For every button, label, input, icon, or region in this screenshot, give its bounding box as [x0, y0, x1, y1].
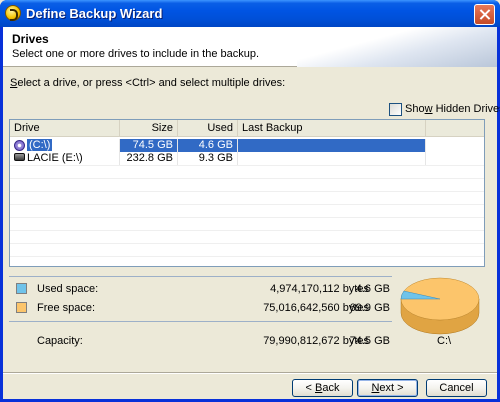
- hard-drive-icon: [14, 153, 25, 162]
- row-gridline: [10, 217, 484, 218]
- drive-list-header: Drive Size Used Last Backup: [10, 120, 484, 137]
- row-gridline: [10, 243, 484, 244]
- wizard-window: Define Backup Wizard Drives Select one o…: [0, 0, 500, 402]
- free-space-label: Free space:: [37, 302, 96, 314]
- cancel-button[interactable]: Cancel: [426, 379, 487, 397]
- free-space-swatch: [16, 302, 27, 313]
- window-title: Define Backup Wizard: [26, 6, 163, 21]
- row-gridline: [10, 165, 484, 166]
- used-cell: 4.6 GB: [178, 139, 238, 152]
- row-gridline: [10, 191, 484, 192]
- size-cell: 232.8 GB: [120, 152, 178, 165]
- drive-list[interactable]: Drive Size Used Last Backup (C:\) 74.5 G…: [9, 119, 485, 267]
- cd-drive-icon: [14, 139, 25, 151]
- column-header-drive[interactable]: Drive: [10, 120, 120, 136]
- back-label-part1: <: [305, 382, 315, 394]
- column-header-last-backup[interactable]: Last Backup: [238, 120, 426, 136]
- instruction-rest: elect a drive, or press <Ctrl> and selec…: [17, 77, 286, 89]
- show-hidden-label-part2: Hidden Drives: [432, 103, 500, 115]
- footer-separator: [3, 372, 497, 374]
- next-label-part2: ext >: [379, 382, 404, 394]
- size-cell: 74.5 GB: [120, 139, 178, 152]
- app-icon: [5, 5, 21, 21]
- back-button[interactable]: < Back: [292, 379, 353, 397]
- last-backup-cell: [238, 139, 426, 152]
- show-hidden-mnemonic: w: [424, 103, 433, 115]
- row-gridline: [10, 178, 484, 179]
- row-gridline: [10, 256, 484, 257]
- column-header-used[interactable]: Used: [178, 120, 238, 136]
- wizard-header: Drives Select one or more drives to incl…: [3, 27, 497, 67]
- wizard-body: Drives Select one or more drives to incl…: [3, 27, 500, 399]
- drive-cell: LACIE (E:\): [10, 152, 120, 165]
- drive-row-c[interactable]: (C:\) 74.5 GB 4.6 GB: [10, 139, 484, 152]
- capacity-size: 74.5 GB: [349, 335, 390, 347]
- show-hidden-drives-label[interactable]: Show Hidden Drives: [405, 103, 500, 115]
- back-label-part2: ack: [322, 382, 340, 394]
- header-banner-art: [297, 27, 497, 67]
- show-hidden-drives-checkbox[interactable]: [389, 103, 402, 116]
- title-bar[interactable]: Define Backup Wizard: [0, 0, 500, 27]
- show-hidden-label-part1: Sho: [405, 103, 425, 115]
- drive-cell: (C:\): [10, 139, 120, 152]
- page-subtitle: Select one or more drives to include in …: [12, 48, 260, 60]
- free-space-size: 69.9 GB: [349, 302, 390, 314]
- drive-name: LACIE (E:\): [27, 152, 83, 164]
- pie-drive-label: C:\: [437, 335, 452, 347]
- usage-separator-bottom: [9, 321, 392, 322]
- instruction-text: Select a drive, or press <Ctrl> and sele…: [10, 77, 285, 89]
- column-header-size[interactable]: Size: [120, 120, 178, 136]
- usage-separator-top: [9, 276, 392, 277]
- capacity-label: Capacity:: [37, 335, 83, 347]
- last-backup-cell: [238, 152, 426, 165]
- disk-usage-pie-chart: [400, 277, 480, 335]
- used-space-size: 4.6 GB: [355, 283, 390, 295]
- page-title: Drives: [12, 32, 49, 46]
- drive-name: (C:\): [27, 139, 53, 151]
- row-gridline: [10, 204, 484, 205]
- close-button[interactable]: [474, 4, 495, 25]
- drive-row-e[interactable]: LACIE (E:\) 232.8 GB 9.3 GB: [10, 152, 484, 165]
- next-button[interactable]: Next >: [357, 379, 418, 397]
- used-space-label: Used space:: [37, 283, 99, 295]
- used-cell: 9.3 GB: [178, 152, 238, 165]
- row-gridline: [10, 230, 484, 231]
- used-space-swatch: [16, 283, 27, 294]
